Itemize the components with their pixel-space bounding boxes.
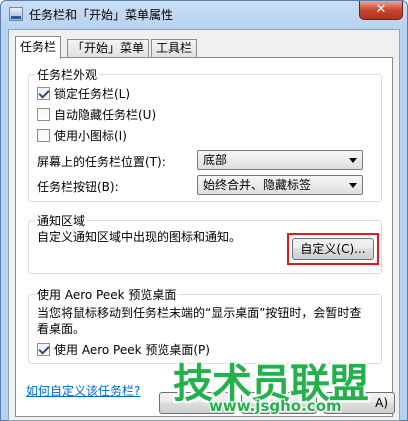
peek-checkbox[interactable] <box>37 342 50 356</box>
title-bar[interactable]: 任务栏和「开始」菜单属性 ✕ <box>1 1 407 27</box>
peek-group-title: 使用 Aero Peek 预览桌面 <box>35 286 179 303</box>
buttons-select-value: 始终合并、隐藏标签 <box>203 178 312 192</box>
auto-hide-label: 自动隐藏任务栏(U) <box>54 107 157 122</box>
tab-panel-taskbar: 任务栏外观 锁定任务栏(L) 自动隐藏任务栏(U) 使用小图标(I) 屏幕上的任… <box>15 57 393 417</box>
taskbar-properties-icon <box>9 7 23 21</box>
tab-start-menu[interactable]: 「开始」菜单 <box>67 39 150 58</box>
small-icons-label: 使用小图标(I) <box>54 128 127 143</box>
properties-window: 任务栏和「开始」菜单属性 ✕ 任务栏 「开始」菜单 工具栏 任务栏外观 锁定任务… <box>0 0 408 421</box>
position-label: 屏幕上的任务栏位置(T): <box>37 155 166 169</box>
customize-help-link[interactable]: 如何自定义该任务栏? <box>26 382 140 399</box>
notification-group-title: 通知区域 <box>35 212 88 229</box>
lock-taskbar-checkbox[interactable] <box>37 86 50 100</box>
position-select-value: 底部 <box>203 153 228 167</box>
cancel-button[interactable] <box>241 392 317 414</box>
customize-button[interactable]: 自定义(C)... <box>292 238 374 260</box>
ok-button[interactable] <box>159 392 235 414</box>
peek-group: 使用 Aero Peek 预览桌面 当您将鼠标移动到任务栏末端的“显示桌面”按钮… <box>28 286 382 364</box>
chevron-down-icon <box>349 158 357 163</box>
apply-button[interactable]: A) <box>323 392 395 414</box>
position-select[interactable]: 底部 <box>197 150 363 170</box>
small-icons-checkbox[interactable] <box>37 128 50 142</box>
appearance-group-title: 任务栏外观 <box>35 66 100 83</box>
lock-taskbar-option[interactable]: 锁定任务栏(L) <box>37 85 130 101</box>
tab-taskbar[interactable]: 任务栏 <box>15 36 62 59</box>
dialog-client: 任务栏 「开始」菜单 工具栏 任务栏外观 锁定任务栏(L) 自动隐藏任务栏(U)… <box>8 29 400 421</box>
peek-label: 使用 Aero Peek 预览桌面(P) <box>54 342 210 357</box>
small-icons-option[interactable]: 使用小图标(I) <box>37 127 127 143</box>
peek-description: 当您将鼠标移动到任务栏末端的“显示桌面”按钮时，会暂时查看桌面。 <box>37 306 362 336</box>
lock-taskbar-label: 锁定任务栏(L) <box>54 86 131 101</box>
appearance-group: 任务栏外观 锁定任务栏(L) 自动隐藏任务栏(U) 使用小图标(I) 屏幕上的任… <box>28 66 382 202</box>
tab-strip: 任务栏 「开始」菜单 工具栏 <box>15 36 395 59</box>
window-title: 任务栏和「开始」菜单属性 <box>29 8 174 22</box>
buttons-label: 任务栏按钮(B): <box>37 180 119 194</box>
tab-toolbars[interactable]: 工具栏 <box>151 39 198 58</box>
buttons-select[interactable]: 始终合并、隐藏标签 <box>197 175 363 195</box>
auto-hide-checkbox[interactable] <box>37 107 50 121</box>
close-button[interactable]: ✕ <box>359 1 403 20</box>
auto-hide-option[interactable]: 自动隐藏任务栏(U) <box>37 106 156 122</box>
notification-group: 通知区域 自定义通知区域中出现的图标和通知。 自定义(C)... <box>28 212 382 274</box>
peek-option[interactable]: 使用 Aero Peek 预览桌面(P) <box>37 341 210 357</box>
chevron-down-icon <box>349 183 357 188</box>
